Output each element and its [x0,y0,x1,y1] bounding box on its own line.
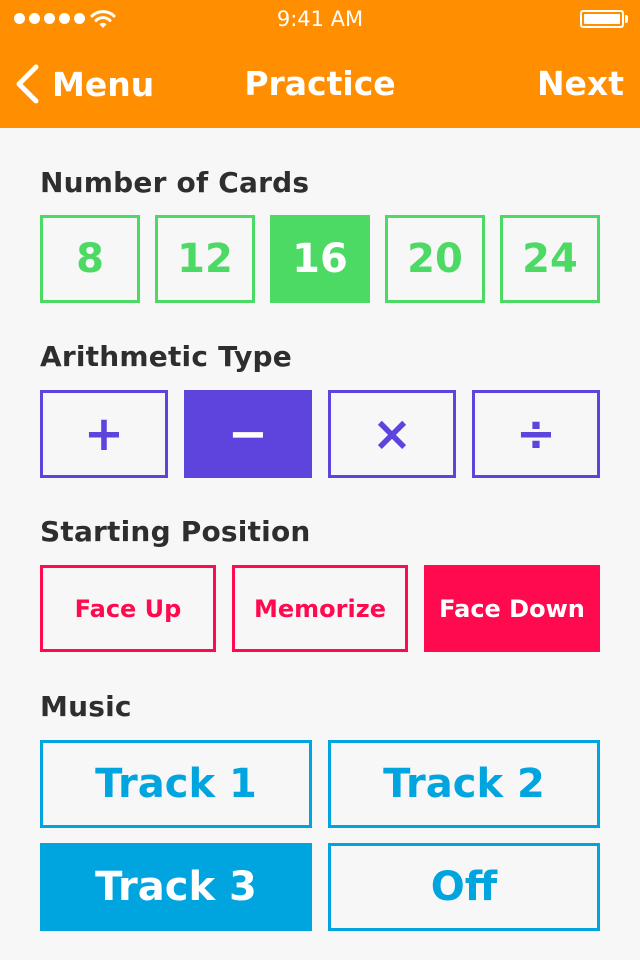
status-bar: 9:41 AM [0,0,640,40]
battery-icon [580,10,624,28]
music-option-track-3[interactable]: Track 3 [40,843,312,931]
position-option-face-up[interactable]: Face Up [40,565,216,652]
card-count-option-8[interactable]: 8 [40,215,140,303]
arithmetic-option-multiply[interactable]: × [328,390,456,478]
section-title-cards: Number of Cards [40,166,310,199]
card-count-option-16[interactable]: 16 [270,215,370,303]
section-title-music: Music [40,690,132,723]
arithmetic-option-divide[interactable]: ÷ [472,390,600,478]
arithmetic-option-subtract[interactable]: − [184,390,312,478]
status-time: 9:41 AM [276,7,364,31]
card-count-option-12[interactable]: 12 [155,215,255,303]
back-button[interactable]: Menu [14,60,154,108]
music-option-off[interactable]: Off [328,843,600,931]
chevron-left-icon [16,64,39,104]
position-option-face-down[interactable]: Face Down [424,565,600,652]
card-count-option-20[interactable]: 20 [385,215,485,303]
position-option-memorize[interactable]: Memorize [232,565,408,652]
section-title-arithmetic: Arithmetic Type [40,340,292,373]
battery-tip [625,15,628,23]
music-option-track-1[interactable]: Track 1 [40,740,312,828]
card-count-option-24[interactable]: 24 [500,215,600,303]
back-button-label: Menu [52,64,155,104]
section-title-position: Starting Position [40,515,311,548]
music-option-track-2[interactable]: Track 2 [328,740,600,828]
next-button[interactable]: Next [537,60,624,108]
arithmetic-option-add[interactable]: + [40,390,168,478]
navigation-bar: 9:41 AM Menu Practice Next [0,0,640,128]
